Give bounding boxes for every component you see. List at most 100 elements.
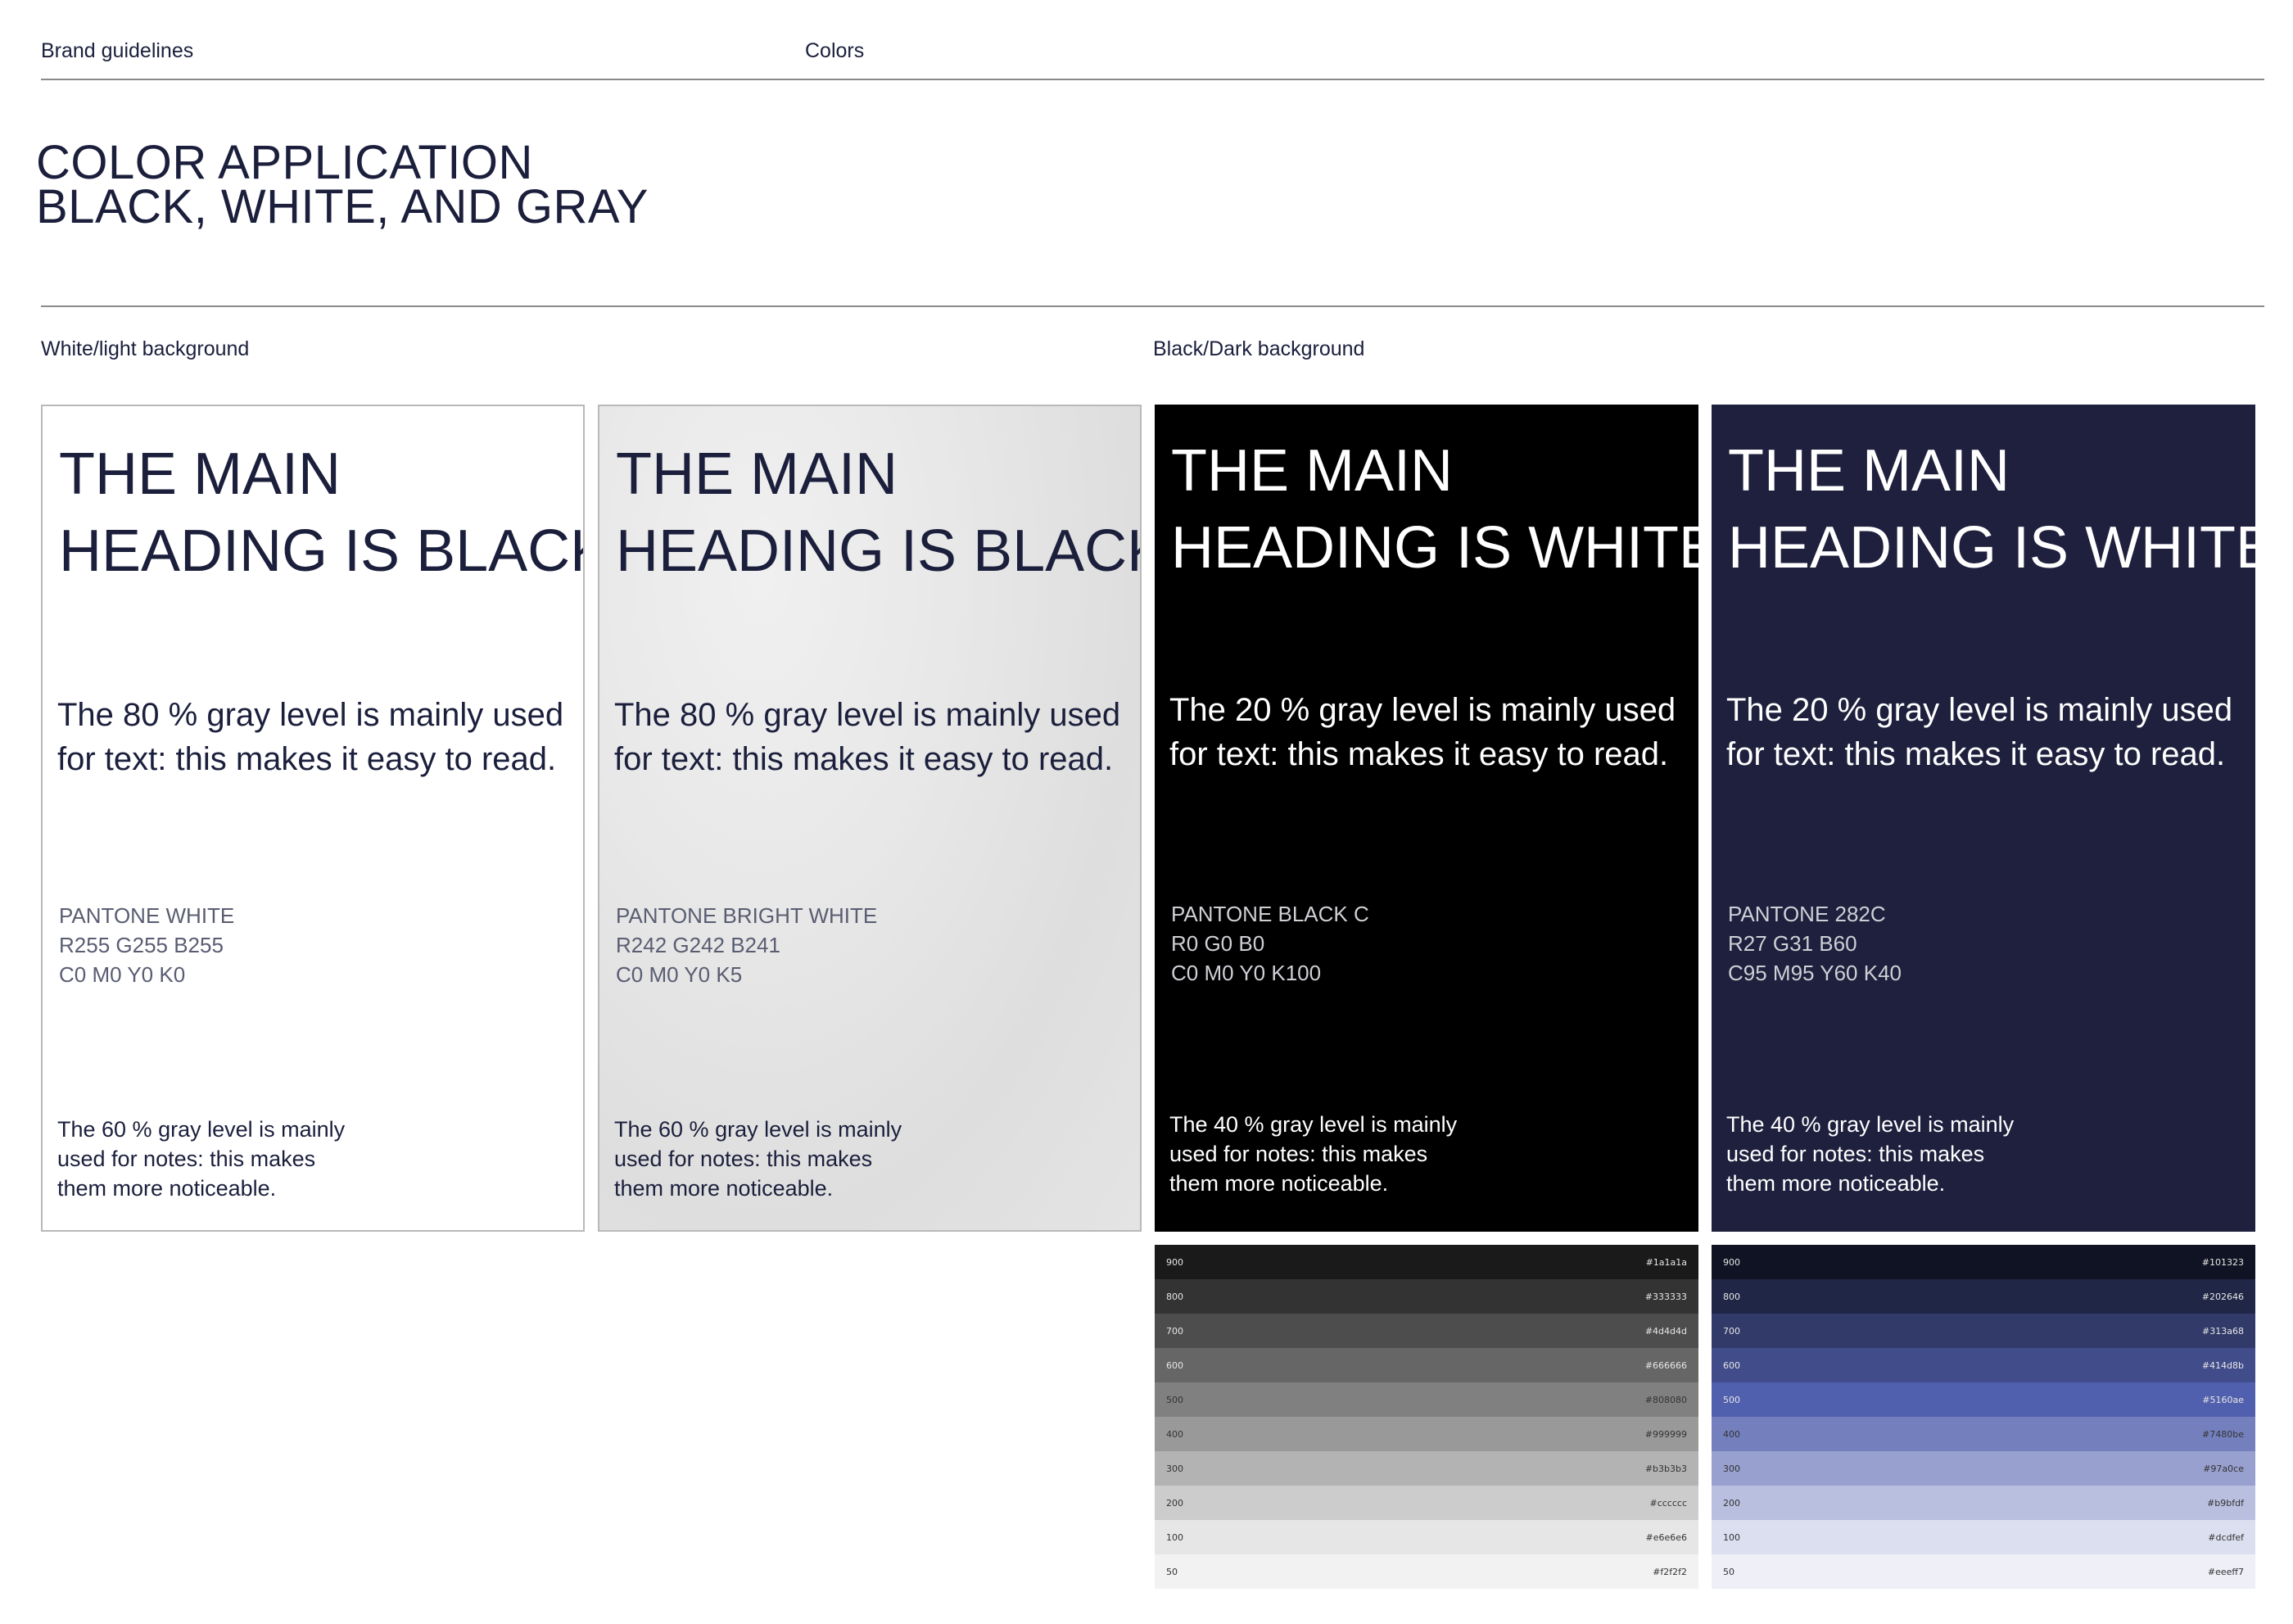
swatch-level: 100 [1166, 1531, 1183, 1543]
swatch-hex: #f2f2f2 [1653, 1566, 1687, 1577]
pantone-cmyk: C0 M0 Y0 K0 [59, 962, 186, 987]
pantone-spec: PANTONE 282C R27 G31 B60 C95 M95 Y60 K40 [1728, 899, 1902, 988]
color-swatch-900: 900 #101323 [1712, 1245, 2255, 1279]
color-swatch-50: 50 #f2f2f2 [1155, 1554, 1698, 1589]
swatch-level: 100 [1723, 1531, 1740, 1543]
color-swatch-400: 400 #7480be [1712, 1417, 2255, 1451]
color-swatch-300: 300 #97a0ce [1712, 1451, 2255, 1486]
card-body-line-2: for text: this makes it easy to read. [1169, 736, 1669, 772]
card-heading-line-1: THE MAIN [59, 441, 341, 507]
light-background-label: White/light background [41, 337, 250, 360]
swatch-hex: #5160ae [2202, 1394, 2244, 1405]
swatch-hex: #999999 [1644, 1428, 1687, 1440]
color-swatch-100: 100 #dcdfef [1712, 1520, 2255, 1554]
pantone-spec: PANTONE BRIGHT WHITE R242 G242 B241 C0 M… [616, 901, 877, 989]
card-body-line-1: The 20 % gray level is mainly used [1169, 692, 1676, 728]
swatch-level: 400 [1723, 1428, 1740, 1440]
dark-background-label: Black/Dark background [1153, 337, 1365, 360]
swatch-level: 200 [1723, 1497, 1740, 1509]
color-swatch-50: 50 #eeeff7 [1712, 1554, 2255, 1589]
swatch-level: 400 [1166, 1428, 1183, 1440]
card-body-text: The 80 % gray level is mainly used for t… [57, 693, 563, 781]
card-note-line-3: them more noticeable. [614, 1176, 834, 1201]
card-heading: THE MAIN HEADING IS BLACK [616, 436, 1142, 590]
pantone-cmyk: C0 M0 Y0 K5 [616, 962, 743, 987]
navy-palette: 900 #101323 800 #202646 700 #313a68 600 #414d8b… [1712, 1245, 2255, 1589]
card-note-line-1: The 60 % gray level is mainly [57, 1117, 346, 1142]
pantone-spec: PANTONE BLACK C R0 G0 B0 C0 M0 Y0 K100 [1171, 899, 1369, 988]
card-heading-line-1: THE MAIN [616, 441, 898, 507]
pantone-rgb: R27 G31 B60 [1728, 931, 1857, 956]
card-body-line-1: The 80 % gray level is mainly used [614, 697, 1121, 733]
color-swatch-800: 800 #333333 [1155, 1279, 1698, 1314]
swatch-level: 900 [1166, 1256, 1183, 1268]
white-background-card: THE MAIN HEADING IS BLACK The 80 % gray … [41, 405, 585, 1232]
swatch-hex: #b3b3b3 [1644, 1463, 1687, 1474]
color-swatch-200: 200 #cccccc [1155, 1486, 1698, 1520]
swatch-hex: #7480be [2202, 1428, 2244, 1440]
swatch-hex: #4d4d4d [1644, 1325, 1687, 1337]
gray-palette: 900 #1a1a1a 800 #333333 700 #4d4d4d 600 #666666… [1155, 1245, 1698, 1589]
card-body-text: The 20 % gray level is mainly used for t… [1726, 688, 2232, 776]
color-swatch-900: 900 #1a1a1a [1155, 1245, 1698, 1279]
swatch-level: 700 [1723, 1325, 1740, 1337]
card-heading: THE MAIN HEADING IS BLACK [59, 436, 583, 590]
swatch-hex: #414d8b [2201, 1359, 2244, 1371]
page-title-line-2: BLACK, WHITE, AND GRAY [36, 180, 649, 233]
swatch-hex: #202646 [2201, 1291, 2244, 1302]
card-body-line-1: The 80 % gray level is mainly used [57, 697, 564, 733]
card-body-line-2: for text: this makes it easy to read. [614, 741, 1114, 777]
color-swatch-700: 700 #313a68 [1712, 1314, 2255, 1348]
card-note: The 60 % gray level is mainly used for n… [614, 1115, 902, 1203]
card-heading: THE MAIN HEADING IS WHITE [1728, 432, 2255, 586]
pantone-name: PANTONE BRIGHT WHITE [616, 903, 878, 928]
color-swatch-500: 500 #5160ae [1712, 1382, 2255, 1417]
pantone-rgb: R255 G255 B255 [59, 933, 224, 957]
card-note-line-1: The 40 % gray level is mainly [1726, 1112, 2015, 1137]
swatch-hex: #666666 [1644, 1359, 1687, 1371]
card-note-line-1: The 40 % gray level is mainly [1169, 1112, 1458, 1137]
card-heading-line-2: HEADING IS WHITE [1728, 515, 2255, 581]
card-note-line-2: used for notes: this makes [57, 1147, 316, 1171]
card-heading-line-2: HEADING IS BLACK [616, 518, 1142, 584]
card-note-line-2: used for notes: this makes [614, 1147, 873, 1171]
swatch-hex: #cccccc [1649, 1497, 1687, 1509]
card-body-line-2: for text: this makes it easy to read. [57, 741, 557, 777]
card-body-text: The 80 % gray level is mainly used for t… [614, 693, 1120, 781]
swatch-level: 700 [1166, 1325, 1183, 1337]
pantone-name: PANTONE BLACK C [1171, 902, 1369, 926]
card-heading: THE MAIN HEADING IS WHITE [1171, 432, 1698, 586]
card-note-line-3: them more noticeable. [57, 1176, 277, 1201]
swatch-level: 900 [1723, 1256, 1740, 1268]
card-heading-line-2: HEADING IS WHITE [1171, 515, 1698, 581]
pantone-spec: PANTONE WHITE R255 G255 B255 C0 M0 Y0 K0 [59, 901, 234, 989]
swatch-hex: #808080 [1644, 1394, 1687, 1405]
color-swatch-500: 500 #808080 [1155, 1382, 1698, 1417]
swatch-hex: #e6e6e6 [1645, 1531, 1687, 1543]
card-note-line-3: them more noticeable. [1169, 1171, 1389, 1196]
card-note-line-1: The 60 % gray level is mainly [614, 1117, 902, 1142]
swatch-hex: #101323 [2201, 1256, 2244, 1268]
card-note-line-2: used for notes: this makes [1726, 1142, 1985, 1166]
swatch-hex: #dcdfef [2208, 1531, 2244, 1543]
pantone-name: PANTONE 282C [1728, 902, 1886, 926]
color-swatch-300: 300 #b3b3b3 [1155, 1451, 1698, 1486]
card-body-line-2: for text: this makes it easy to read. [1726, 736, 2226, 772]
swatch-hex: #1a1a1a [1645, 1256, 1687, 1268]
card-body-line-1: The 20 % gray level is mainly used [1726, 692, 2233, 728]
card-note: The 60 % gray level is mainly used for n… [57, 1115, 345, 1203]
color-swatch-400: 400 #999999 [1155, 1417, 1698, 1451]
pantone-cmyk: C0 M0 Y0 K100 [1171, 961, 1322, 985]
swatch-level: 800 [1166, 1291, 1183, 1302]
color-swatch-200: 200 #b9bfdf [1712, 1486, 2255, 1520]
header-brand: Brand guidelines [41, 39, 194, 62]
swatch-hex: #b9bfdf [2207, 1497, 2244, 1509]
swatch-level: 300 [1166, 1463, 1183, 1474]
swatch-level: 300 [1723, 1463, 1740, 1474]
card-note-line-2: used for notes: this makes [1169, 1142, 1428, 1166]
page-title-line-1: COLOR APPLICATION [36, 136, 533, 189]
swatch-level: 500 [1166, 1394, 1183, 1405]
bright-white-background-card: THE MAIN HEADING IS BLACK The 80 % gray … [598, 405, 1142, 1232]
card-note: The 40 % gray level is mainly used for n… [1169, 1110, 1457, 1198]
card-note-line-3: them more noticeable. [1726, 1171, 1946, 1196]
